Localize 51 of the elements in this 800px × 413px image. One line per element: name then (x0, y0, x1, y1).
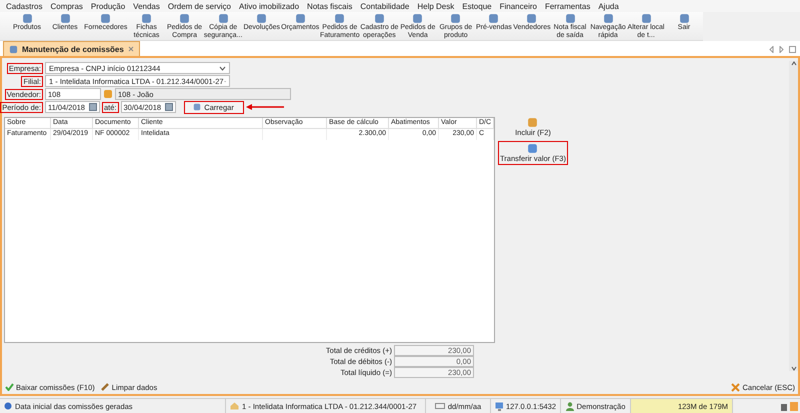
up-caret-icon[interactable] (790, 61, 796, 66)
menu-item[interactable]: Ordem de serviço (168, 2, 232, 10)
menu-item[interactable]: Compras (50, 2, 83, 10)
menu-item[interactable]: Ferramentas (544, 2, 590, 10)
tile-icon (60, 13, 70, 24)
tile-icon (179, 13, 190, 24)
down-caret-icon[interactable] (790, 366, 796, 371)
left-arrow-icon[interactable] (769, 46, 774, 53)
menu-item[interactable]: Ajuda (598, 2, 619, 10)
tile-icon (678, 13, 690, 24)
cross-icon (731, 382, 740, 392)
tile-icon (218, 13, 229, 24)
calendar-icon[interactable] (164, 103, 173, 111)
tab[interactable]: Manutenção de comissões (3, 41, 140, 56)
tab-label: Manutenção de comissões (22, 44, 124, 54)
menu-item[interactable]: Contabilidade (360, 2, 410, 10)
tile-icon (294, 13, 306, 24)
right-arrow-icon[interactable] (779, 46, 784, 53)
tile-icon (334, 13, 346, 24)
tile-icon (374, 13, 385, 24)
tile-icon (488, 13, 500, 24)
tile-icon (526, 13, 538, 24)
caret-icon (219, 66, 226, 70)
calendar-icon[interactable] (89, 103, 97, 111)
menu-item[interactable]: Vendas (133, 2, 160, 10)
menu-item[interactable]: Cadastros (6, 2, 42, 10)
menu-item[interactable]: Help Desk (417, 2, 454, 10)
scrollbar[interactable] (789, 61, 798, 371)
menu-item[interactable]: Ativo imobilizado (239, 2, 300, 10)
tile-icon (564, 13, 576, 24)
window-icon (9, 44, 18, 54)
checkmark-icon (5, 383, 14, 391)
tile-icon (22, 13, 32, 24)
person-icon (566, 402, 574, 410)
menu-item[interactable]: Produção (90, 2, 126, 10)
menu-item[interactable]: Financeiro (500, 2, 537, 10)
tile-icon (100, 13, 112, 24)
list-icon[interactable] (789, 46, 796, 53)
tile-icon (141, 13, 152, 24)
close-icon[interactable] (128, 46, 134, 52)
monitor-icon (495, 402, 503, 410)
tile-icon (412, 13, 424, 24)
tile-icon (602, 13, 614, 24)
brush-icon (100, 383, 110, 391)
tile-icon (640, 13, 652, 24)
annotation-arrow (246, 104, 284, 110)
menu-item[interactable]: Estoque (462, 2, 492, 10)
tile-icon (256, 13, 268, 24)
house-icon (230, 402, 239, 410)
menu-item[interactable]: Notas fiscais (307, 2, 352, 10)
tile-icon (450, 13, 462, 24)
